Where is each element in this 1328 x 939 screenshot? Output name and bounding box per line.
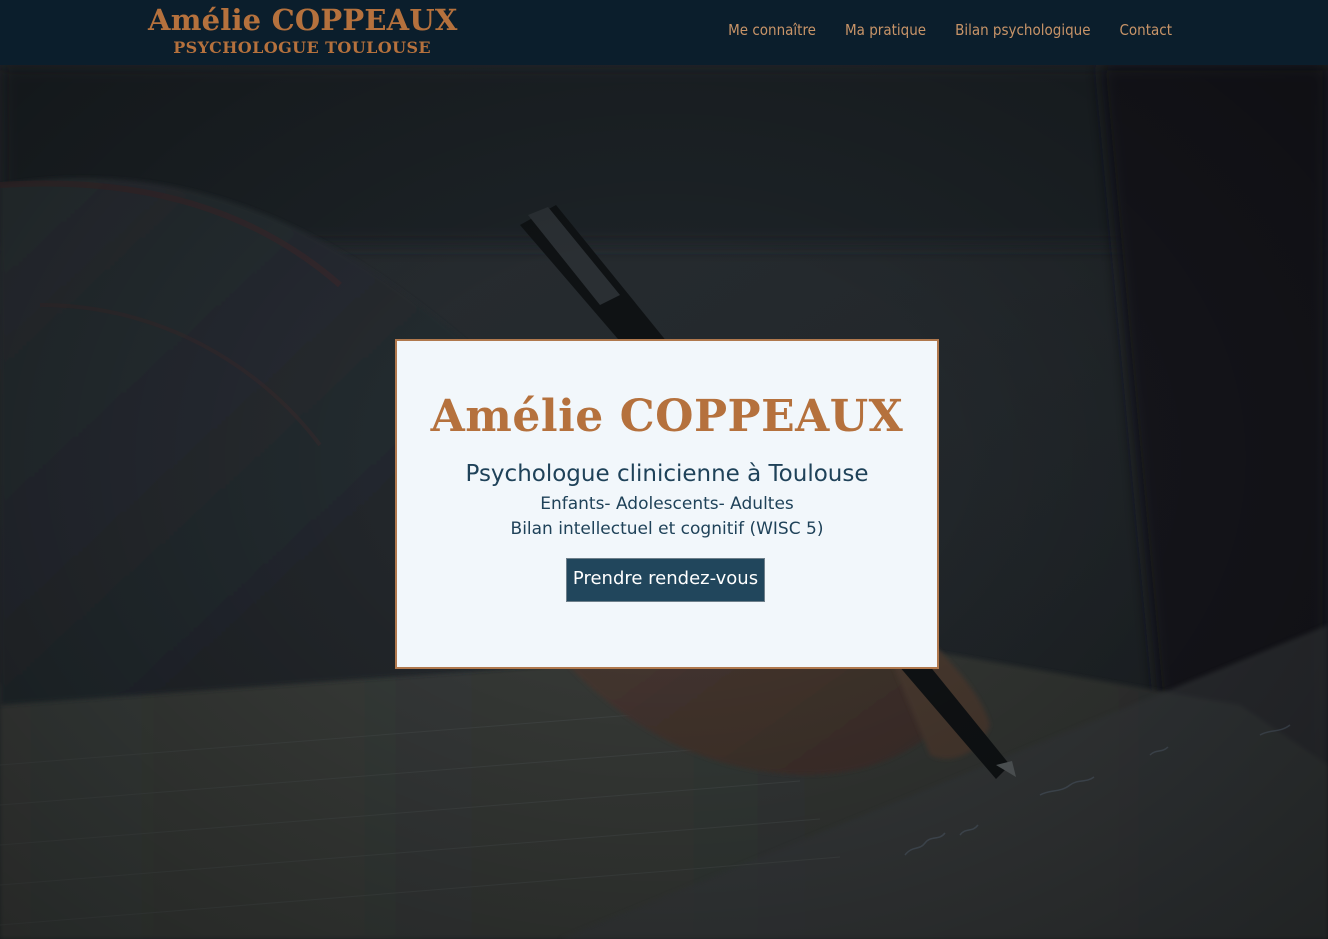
nav-item-me-connaitre[interactable]: Me connaître: [728, 20, 816, 40]
card-assessment: Bilan intellectuel et cognitif (WISC 5): [510, 519, 824, 539]
site-logo[interactable]: Amélie COPPEAUX PSYCHOLOGUE TOULOUSE: [148, 3, 457, 59]
card-title: Amélie COPPEAUX: [430, 391, 904, 442]
site-header: Amélie COPPEAUX PSYCHOLOGUE TOULOUSE Me …: [0, 0, 1328, 65]
nav-item-ma-pratique[interactable]: Ma pratique: [845, 20, 926, 40]
nav-item-bilan-psychologique[interactable]: Bilan psychologique: [955, 20, 1090, 40]
book-appointment-button[interactable]: Prendre rendez-vous: [566, 558, 765, 602]
logo-subtitle: PSYCHOLOGUE TOULOUSE: [173, 38, 431, 57]
intro-card: Amélie COPPEAUX Psychologue clinicienne …: [395, 339, 939, 669]
nav-item-contact[interactable]: Contact: [1120, 20, 1173, 40]
card-audience: Enfants- Adolescents- Adultes: [540, 494, 794, 514]
card-subtitle: Psychologue clinicienne à Toulouse: [465, 461, 869, 487]
logo-name: Amélie COPPEAUX: [148, 3, 458, 37]
main-nav: Me connaître Ma pratique Bilan psycholog…: [728, 20, 1172, 40]
